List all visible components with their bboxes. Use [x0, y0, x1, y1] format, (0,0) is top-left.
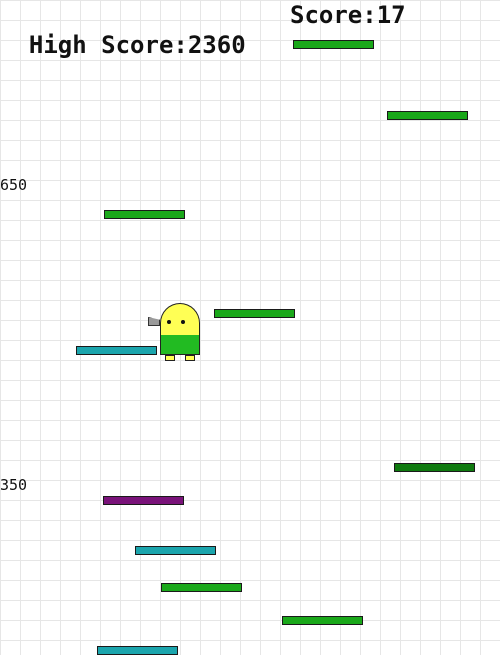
current-score: Score:17	[290, 1, 406, 29]
hud: High Score:2360 Score:17	[0, 0, 406, 59]
height-marker-350: 350	[0, 476, 28, 494]
platform-green	[387, 111, 468, 120]
platform-purple	[103, 496, 184, 505]
platform-teal	[97, 646, 178, 655]
platform-green	[104, 210, 185, 219]
height-marker-650: 650	[0, 176, 28, 194]
platform-dark-green	[394, 463, 475, 472]
doodler-foot	[165, 355, 175, 361]
doodler-player	[148, 303, 204, 363]
doodler-eye-icon	[167, 320, 171, 324]
doodler-head	[160, 303, 200, 335]
platform-green	[282, 616, 363, 625]
high-score: High Score:2360	[28, 31, 246, 59]
doodler-body	[160, 335, 200, 355]
gun-icon	[148, 317, 160, 326]
platform-green	[161, 583, 242, 592]
platform-teal	[76, 346, 157, 355]
platform-teal	[135, 546, 216, 555]
platform-green	[293, 40, 374, 49]
doodler-foot	[185, 355, 195, 361]
platform-green	[214, 309, 295, 318]
doodler-eye-icon	[181, 320, 185, 324]
